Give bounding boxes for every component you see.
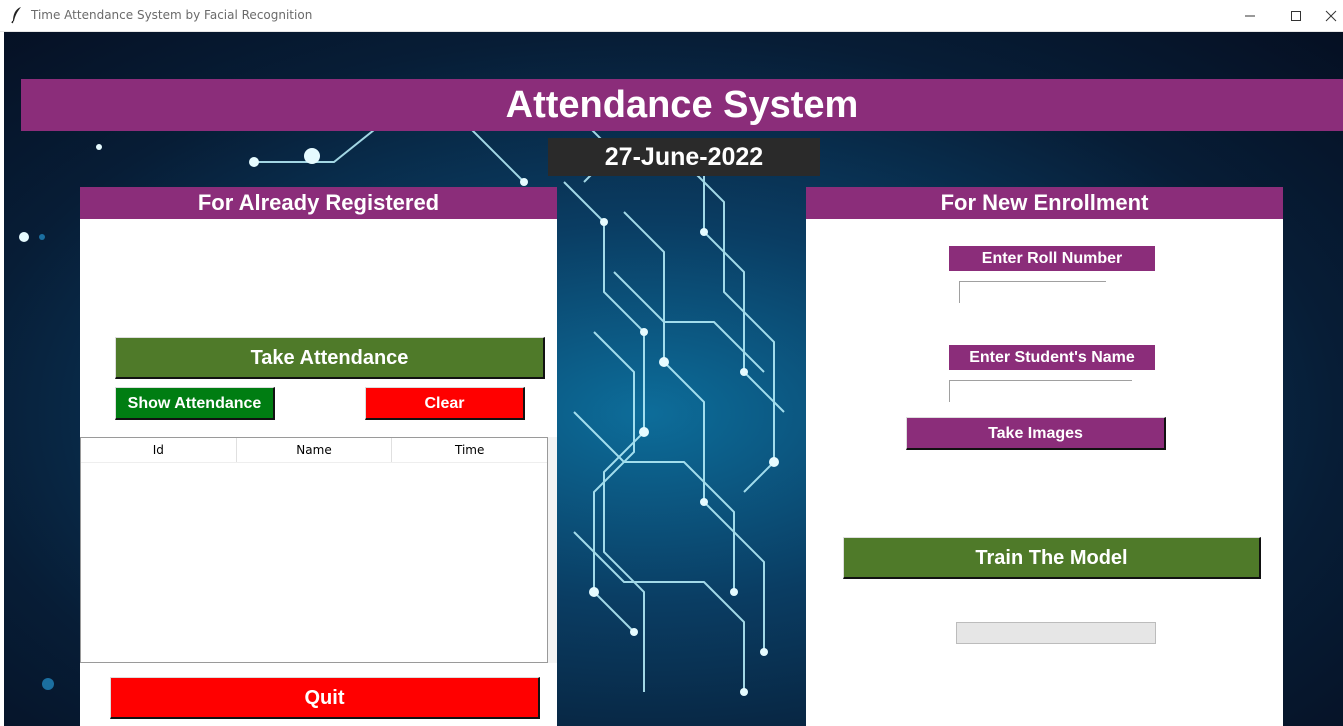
feather-icon bbox=[10, 6, 24, 24]
registered-heading: For Already Registered bbox=[80, 187, 557, 219]
roll-number-label: Enter Roll Number bbox=[949, 246, 1155, 271]
student-name-input[interactable] bbox=[949, 380, 1132, 402]
column-header-time[interactable]: Time bbox=[392, 438, 547, 462]
student-name-label: Enter Student's Name bbox=[949, 345, 1155, 370]
show-attendance-button[interactable]: Show Attendance bbox=[115, 387, 275, 420]
enrollment-heading: For New Enrollment bbox=[806, 187, 1283, 219]
enrollment-panel: For New Enrollment Enter Roll Number Ent… bbox=[806, 187, 1283, 726]
maximize-icon[interactable] bbox=[1273, 0, 1319, 31]
registered-panel: For Already Registered Take Attendance S… bbox=[80, 187, 557, 726]
clear-button[interactable]: Clear bbox=[365, 387, 525, 420]
train-model-button[interactable]: Train The Model bbox=[843, 537, 1261, 579]
quit-button[interactable]: Quit bbox=[110, 677, 540, 719]
attendance-table[interactable]: Id Name Time bbox=[80, 437, 548, 663]
window-title: Time Attendance System by Facial Recogni… bbox=[31, 8, 313, 22]
column-header-name[interactable]: Name bbox=[237, 438, 393, 462]
training-progress-bar bbox=[956, 622, 1156, 644]
take-attendance-button[interactable]: Take Attendance bbox=[115, 337, 545, 379]
app-title: Attendance System bbox=[21, 79, 1343, 131]
table-scrollbar[interactable] bbox=[548, 437, 557, 663]
window-titlebar: Time Attendance System by Facial Recogni… bbox=[0, 0, 1343, 32]
minimize-icon[interactable] bbox=[1227, 0, 1273, 31]
table-header: Id Name Time bbox=[81, 438, 547, 463]
date-display: 27-June-2022 bbox=[548, 138, 820, 176]
take-images-button[interactable]: Take Images bbox=[906, 417, 1166, 450]
roll-number-input[interactable] bbox=[959, 281, 1106, 303]
close-icon[interactable] bbox=[1319, 0, 1343, 31]
column-header-id[interactable]: Id bbox=[81, 438, 237, 462]
